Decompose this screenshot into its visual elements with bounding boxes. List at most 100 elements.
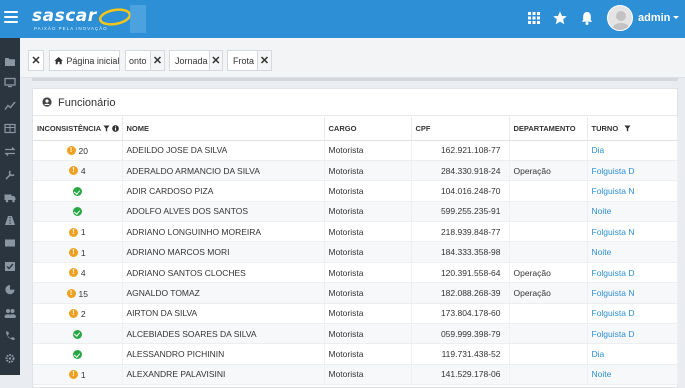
wrench-icon[interactable] [4,169,16,180]
user-menu-name[interactable]: admin [638,12,670,24]
cell-inconsistencia[interactable] [33,180,123,202]
cell-inconsistencia[interactable]: ! 1 [33,241,123,263]
table-row[interactable]: ! 1 ADRIANO LONGUINHO MOREIRA Motorista 218.… [33,221,678,243]
users-icon[interactable] [4,307,16,318]
table-row[interactable]: ! 20 ADEILDO JOSE DA SILVA Motorista 162.921… [33,140,678,161]
warning-icon: ! [68,268,78,278]
star-icon[interactable] [552,10,568,26]
exchange-icon[interactable] [4,146,16,157]
cell-inconsistencia[interactable]: ! 15 [33,282,123,304]
user-menu-caret-icon[interactable] [673,16,679,19]
monitor-icon[interactable] [4,77,16,88]
cell-turno[interactable]: Dia [587,140,678,161]
cell-turno[interactable]: Noite [587,201,678,223]
cell-cargo: Motorista [324,262,412,284]
info-icon[interactable] [112,125,119,133]
bell-icon[interactable] [579,10,595,26]
tab-close-icon[interactable]: ✕ [208,51,222,70]
apps-grid-icon[interactable] [526,10,542,26]
cell-departamento: Operação [509,282,588,304]
col-header-cargo[interactable]: CARGO [324,117,412,141]
truck-icon[interactable] [4,192,16,203]
cell-departamento: Operação [509,262,588,284]
col-header-nome[interactable]: NOME [122,117,325,141]
menu-toggle-icon[interactable] [4,11,18,23]
cell-inconsistencia[interactable] [33,343,123,365]
table-row[interactable]: ! 15 AGNALDO TOMAZ Motorista 182.088.268-39 O… [33,282,678,304]
col-header-turno[interactable]: TURNO [587,117,678,141]
folder-icon[interactable] [4,56,16,67]
table-icon[interactable] [4,123,16,134]
desktop-icon[interactable] [4,238,16,249]
table-row[interactable]: ALCEBIADES SOARES DA SILVA Motorista 059.9… [33,323,678,345]
tab-ponto[interactable]: onto ✕ [125,50,165,71]
cell-turno[interactable]: Folguista N [587,221,678,243]
table-row[interactable]: ALESSANDRO PICHININ Motorista 119.731.438-… [33,343,678,365]
brand-logo[interactable]: sascar PAIXÃO PELA INOVAÇÃO [30,4,146,34]
table-row[interactable]: ! 1 ALEXANDRE PALAVISINI Motorista 141.529.1… [33,364,678,386]
cell-cpf: 162.921.108-77 [411,140,510,161]
table-row[interactable]: ADIR CARDOSO PIZA Motorista 104.016.248-70… [33,180,678,202]
cell-turno[interactable]: Dia [587,343,678,365]
cell-cpf: 284.330.918-24 [411,160,510,182]
tab-close-icon[interactable]: ✕ [257,51,271,70]
cell-inconsistencia[interactable] [33,201,123,223]
horizontal-scrollbar[interactable] [32,78,678,81]
filter-icon[interactable] [103,125,110,132]
table-row[interactable]: ADOLFO ALVES DOS SANTOS Motorista 599.255.… [33,201,678,223]
close-icon[interactable]: ✕ [29,51,43,70]
cell-turno[interactable]: Noite [587,364,678,386]
check-circle-icon [72,207,82,217]
cell-inconsistencia[interactable]: ! 2 [33,303,123,325]
close-all-tabs-button[interactable]: ✕ [28,50,44,71]
cell-inconsistencia[interactable]: ! 4 [33,262,123,284]
cell-cpf: 173.804.178-60 [411,303,510,325]
tab-jornada[interactable]: Jornada ✕ [169,50,223,71]
col-header-departamento[interactable]: DEPARTAMENTO [509,117,588,141]
tab-close-icon[interactable]: ✕ [150,51,164,70]
filter-icon[interactable] [624,125,631,132]
cell-inconsistencia[interactable] [33,323,123,345]
cell-cargo: Motorista [324,303,412,325]
cell-departamento [509,201,588,223]
col-header-inconsistencia[interactable]: INCONSISTÊNCIA [33,117,123,141]
cell-nome: ADEILDO JOSE DA SILVA [122,140,325,161]
cell-inconsistencia[interactable]: ! 1 [33,221,123,243]
phone-icon[interactable] [4,330,16,341]
cell-turno[interactable]: Noite [587,241,678,263]
panel-header: Funcionário [33,89,677,116]
cell-cpf: 120.391.558-64 [411,262,510,284]
line-chart-icon[interactable] [4,100,16,111]
col-header-cpf[interactable]: CPF [411,117,510,141]
table-row[interactable]: ! 1 ADRIANO MARCOS MORI Motorista 184.333.35… [33,241,678,263]
cell-nome: ADOLFO ALVES DOS SANTOS [122,201,325,223]
table-row[interactable]: ! 2 AIRTON DA SILVA Motorista 173.804.178-60… [33,303,678,325]
cell-cargo: Motorista [324,201,412,223]
warning-icon: ! [66,288,76,298]
table-row[interactable]: ! 4 ADRIANO SANTOS CLOCHES Motorista 120.391… [33,262,678,284]
road-icon[interactable] [4,215,16,226]
cell-turno[interactable]: Folguista D [587,262,678,284]
inconsistency-count: 1 [80,227,86,238]
cell-turno[interactable]: Folguista D [587,323,678,345]
cell-cpf: 141.529.178-06 [411,364,510,386]
table-row[interactable]: ! 4 ADERALDO ARMANCIO DA SILVA Motorista 284… [33,160,678,182]
checkbox-icon[interactable] [4,261,16,272]
cell-turno[interactable]: Folguista D [587,160,678,182]
pie-chart-icon[interactable] [4,284,16,295]
cell-inconsistencia[interactable]: ! 4 [33,160,123,182]
cell-inconsistencia[interactable]: ! 1 [33,364,123,386]
user-silhouette-icon [612,11,630,30]
gear-icon[interactable] [4,353,16,364]
tab-bar: ✕ Página inicial onto ✕ Jornada ✕ Frota … [20,38,685,78]
tab-pagina-inicial[interactable]: Página inicial [49,50,120,71]
tab-frota[interactable]: Frota ✕ [227,50,272,71]
cell-turno[interactable]: Folguista N [587,180,678,202]
cell-nome: ALESSANDRO PICHININ [122,343,325,365]
cell-inconsistencia[interactable]: ! 20 [33,140,123,161]
user-avatar[interactable] [607,5,633,31]
cell-turno[interactable]: Folguista N [587,282,678,304]
cell-nome: ALCEBIADES SOARES DA SILVA [122,323,325,345]
inconsistency-count: 4 [80,165,86,176]
cell-turno[interactable]: Folguista D [587,303,678,325]
